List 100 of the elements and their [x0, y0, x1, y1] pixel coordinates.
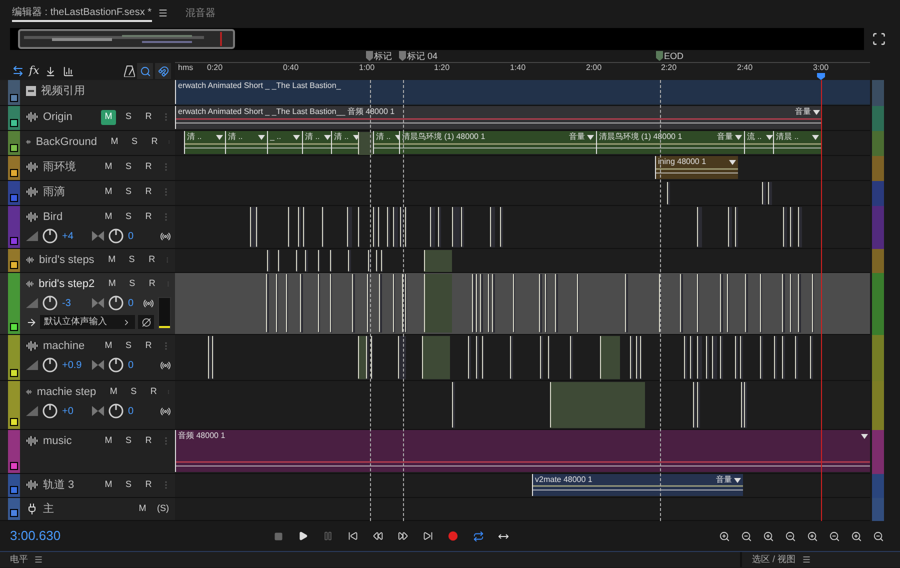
- track-header[interactable]: Bird M S R +4 0: [0, 206, 175, 249]
- track-name[interactable]: bird's steps: [39, 252, 94, 268]
- panel-menu-icon[interactable]: [34, 555, 43, 564]
- track-header[interactable]: music M S R: [0, 430, 175, 474]
- track-toggle-button[interactable]: M: [106, 134, 122, 150]
- audio-clip[interactable]: ining 48000 1: [655, 156, 738, 179]
- pan-value[interactable]: 0: [128, 404, 134, 418]
- clip-menu-icon[interactable]: [766, 134, 773, 140]
- monitor-icon[interactable]: [143, 298, 154, 308]
- snap-button[interactable]: [155, 63, 171, 79]
- clip-menu-icon[interactable]: [258, 134, 265, 140]
- audio-clip[interactable]: 音频 48000 1: [175, 430, 870, 472]
- track-toggle-button[interactable]: S: [126, 134, 142, 150]
- volume-value[interactable]: +0.9: [62, 358, 88, 372]
- track-toggle-button[interactable]: R: [141, 110, 156, 124]
- clip-menu-icon[interactable]: [813, 110, 820, 114]
- audio-clip[interactable]: _ ..: [267, 131, 302, 154]
- monitor-icon[interactable]: [160, 406, 171, 416]
- track-name[interactable]: brid's step2: [38, 276, 95, 292]
- audio-clip[interactable]: erwatch Animated Short _ _The Last Bastion_: [175, 80, 870, 104]
- monitor-icon[interactable]: [160, 230, 171, 242]
- panel-title[interactable]: 电平: [10, 552, 28, 566]
- track-name[interactable]: 主: [43, 500, 54, 518]
- audio-clip[interactable]: 清 ..: [331, 131, 358, 154]
- volume-value[interactable]: +0: [62, 404, 88, 418]
- panel-menu-icon[interactable]: [158, 8, 168, 18]
- clip-menu-icon[interactable]: [729, 160, 736, 164]
- knob-icon[interactable]: [108, 357, 124, 373]
- track-toggle-button[interactable]: R: [141, 434, 156, 448]
- track-toggle-button[interactable]: S: [121, 184, 136, 200]
- track-toggle-button[interactable]: S: [126, 384, 142, 400]
- audio-clip[interactable]: 清 ..: [373, 131, 399, 154]
- track-header[interactable]: 轨道 3 M S R: [0, 474, 175, 498]
- audio-clip[interactable]: 清晨 ..: [773, 131, 821, 154]
- track-toggle-button[interactable]: M: [101, 210, 116, 224]
- track-header[interactable]: 主 M (S): [0, 498, 175, 521]
- input-select[interactable]: 默认立体声输入: [40, 315, 135, 329]
- track-toggle-button[interactable]: S: [121, 210, 136, 224]
- track-toggle-button[interactable]: M: [101, 160, 116, 174]
- marker-flag-icon[interactable]: [399, 51, 406, 61]
- track-name[interactable]: machine: [43, 338, 85, 354]
- panel-title[interactable]: 选区 / 视图: [752, 552, 796, 566]
- track-toggle-button[interactable]: M: [104, 276, 120, 292]
- track-name[interactable]: Bird: [43, 208, 63, 226]
- clip-menu-icon[interactable]: [216, 134, 223, 140]
- track-toggle-button[interactable]: R: [144, 276, 160, 292]
- time-ruler[interactable]: hms 0:20 0:40 1:00 1:20 1:40 2:00 2:20 2:40 3:00: [175, 62, 870, 80]
- track-header[interactable]: 雨滴 M S R: [0, 181, 175, 206]
- track-header[interactable]: Origin M S R: [0, 106, 175, 131]
- track-toggle-button[interactable]: S: [121, 478, 136, 492]
- knob-icon[interactable]: [42, 357, 58, 373]
- pan-value[interactable]: 0: [128, 358, 134, 372]
- audio-clip[interactable]: v2mate 48000 1 音量: [532, 474, 743, 496]
- marker-flag-icon[interactable]: [656, 51, 663, 61]
- track-toggle-button[interactable]: S: [121, 110, 136, 124]
- track-name[interactable]: 视频引用: [41, 82, 85, 100]
- clip-menu-icon[interactable]: [587, 134, 594, 140]
- track-header[interactable]: machie step M S R +0 0: [0, 381, 175, 430]
- track-toggle-button[interactable]: R: [141, 338, 156, 354]
- volume-value[interactable]: +4: [62, 228, 88, 244]
- knob-icon[interactable]: [42, 403, 58, 419]
- track-header[interactable]: machine M S R +0.9 0: [0, 335, 175, 381]
- track-toggle-button[interactable]: S: [124, 252, 140, 268]
- track-toggle-button[interactable]: R: [146, 384, 162, 400]
- clip-menu-icon[interactable]: [735, 134, 742, 140]
- track-name[interactable]: BackGround: [36, 134, 97, 150]
- clip-menu-icon[interactable]: [734, 478, 741, 482]
- track-toggle-button[interactable]: M: [101, 184, 116, 200]
- pan-value[interactable]: 0: [128, 228, 134, 244]
- knob-icon[interactable]: [108, 228, 124, 244]
- clip-menu-icon[interactable]: [293, 134, 300, 140]
- knob-icon[interactable]: [42, 228, 58, 244]
- track-toggle-button[interactable]: M: [101, 434, 116, 448]
- audio-clip[interactable]: 清 ..: [225, 131, 267, 154]
- track-toggle-button[interactable]: R: [146, 134, 162, 150]
- track-toggle-button[interactable]: S: [124, 276, 140, 292]
- audio-clip[interactable]: 流 ..: [744, 131, 773, 154]
- clip-menu-icon[interactable]: [812, 134, 819, 140]
- track-toggle-button[interactable]: S: [121, 338, 136, 354]
- track-toggle-button[interactable]: M: [101, 478, 116, 492]
- effects-button[interactable]: fx: [28, 63, 40, 79]
- track-header[interactable]: 雨环境 M S R: [0, 156, 175, 181]
- audio-clip[interactable]: 清 ..: [184, 131, 225, 154]
- track-toggle-button[interactable]: R: [141, 184, 156, 200]
- track-toggle-button[interactable]: S: [121, 434, 136, 448]
- overview-bar[interactable]: [10, 28, 864, 50]
- track-name[interactable]: 轨道 3: [43, 476, 74, 494]
- audio-clip[interactable]: 清 ..: [302, 131, 331, 154]
- track-toggle-button[interactable]: R: [141, 160, 156, 174]
- track-name[interactable]: music: [43, 432, 72, 450]
- track-header[interactable]: 视频引用: [0, 80, 175, 106]
- track-toggle-button[interactable]: (S): [155, 502, 171, 516]
- track-name[interactable]: 雨滴: [43, 184, 65, 200]
- panel-menu-icon[interactable]: [802, 555, 811, 564]
- track-toggle-button[interactable]: M: [104, 252, 120, 268]
- knob-icon[interactable]: [108, 403, 124, 419]
- panel-tab[interactable]: 编辑器 : theLastBastionF.sesx *: [12, 4, 152, 22]
- clip-menu-icon[interactable]: [861, 434, 868, 438]
- clip-menu-icon[interactable]: [324, 134, 331, 140]
- knob-icon[interactable]: [42, 295, 58, 311]
